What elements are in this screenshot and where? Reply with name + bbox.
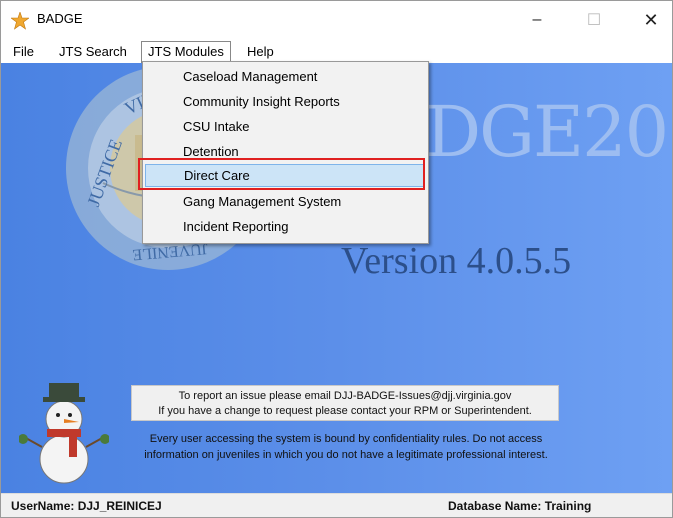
menu-item-gang-management-system[interactable]: Gang Management System <box>145 190 424 213</box>
confidential-line-2: information on juveniles in which you do… <box>144 449 548 461</box>
confidentiality-notice: Every user accessing the system is bound… <box>116 431 576 463</box>
jts-modules-dropdown: Caseload Management Community Insight Re… <box>142 61 429 244</box>
report-line-2: If you have a change to request please c… <box>158 405 532 417</box>
status-username: UserName: DJJ_REINICEJ <box>11 499 162 513</box>
report-line-1: To report an issue please email DJJ-BADG… <box>178 390 512 402</box>
minimize-button[interactable]: – <box>515 5 559 35</box>
red-annotation-box <box>138 158 425 190</box>
menu-item-community-insight-reports[interactable]: Community Insight Reports <box>145 90 424 113</box>
report-issue-box: To report an issue please email DJJ-BADG… <box>131 385 559 421</box>
menu-item-csu-intake[interactable]: CSU Intake <box>145 115 424 138</box>
menu-help[interactable]: Help <box>241 42 280 61</box>
window-title: BADGE <box>37 11 83 26</box>
menu-item-incident-reporting[interactable]: Incident Reporting <box>145 215 424 238</box>
badge-window: BADGE – ☐ ✕ File JTS Search JTS Modules … <box>0 0 673 518</box>
app-star-icon <box>11 12 29 30</box>
status-database: Database Name: Training <box>448 499 592 513</box>
maximize-button[interactable]: ☐ <box>572 5 616 35</box>
badge-year-title: DGE2023 <box>425 91 672 173</box>
menu-bar: File JTS Search JTS Modules Help <box>1 39 672 63</box>
menu-item-caseload-management[interactable]: Caseload Management <box>145 65 424 88</box>
close-button[interactable]: ✕ <box>629 5 672 35</box>
menu-jts-search[interactable]: JTS Search <box>53 42 133 61</box>
year-label: 2023 <box>582 91 672 173</box>
menu-file[interactable]: File <box>7 42 40 61</box>
version-label: Version 4.0.5.5 <box>341 240 572 282</box>
badge-title: DGE <box>425 91 584 173</box>
confidential-line-1: Every user accessing the system is bound… <box>149 433 543 445</box>
title-bar: BADGE – ☐ ✕ <box>1 1 672 39</box>
snowman-icon <box>19 383 109 484</box>
menu-jts-modules[interactable]: JTS Modules <box>141 41 231 63</box>
status-bar: UserName: DJJ_REINICEJ Database Name: Tr… <box>1 493 672 517</box>
